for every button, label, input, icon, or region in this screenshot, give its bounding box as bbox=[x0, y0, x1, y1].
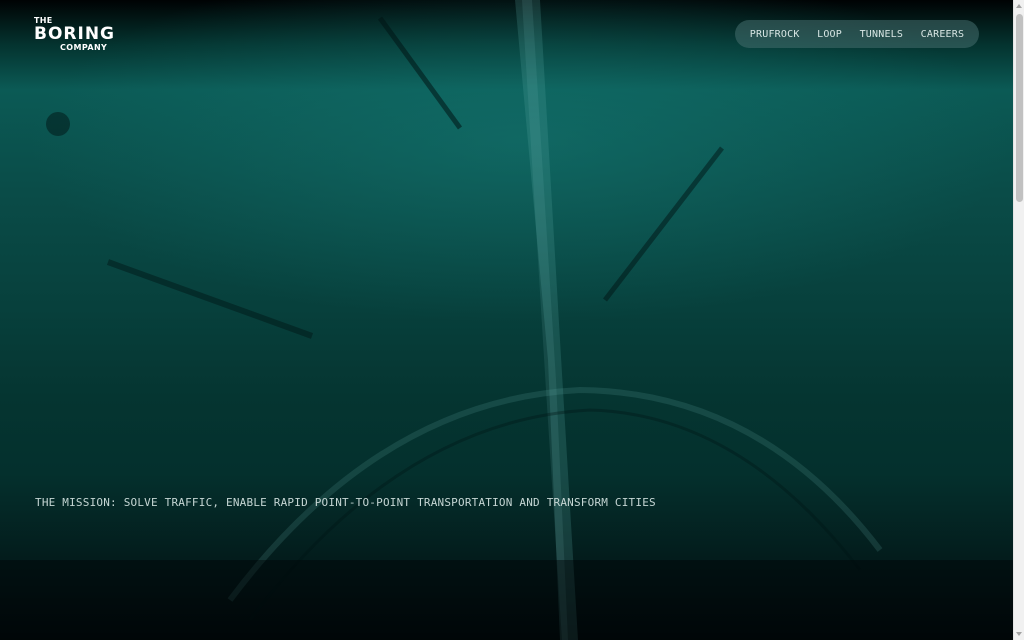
logo-line-company: COMPANY bbox=[60, 43, 108, 52]
scroll-down-arrow-icon[interactable] bbox=[1016, 632, 1022, 636]
page: THE BORING COMPANY PRUFROCK LOOP TUNNELS… bbox=[0, 0, 1024, 640]
page-scrollbar[interactable] bbox=[1013, 0, 1024, 640]
scroll-up-arrow-icon[interactable] bbox=[1016, 4, 1022, 8]
scrollbar-thumb[interactable] bbox=[1016, 14, 1023, 202]
nav-item-loop[interactable]: LOOP bbox=[817, 29, 842, 40]
boring-company-logo[interactable]: THE BORING COMPANY bbox=[34, 17, 115, 52]
main-nav: PRUFROCK LOOP TUNNELS CAREERS bbox=[735, 20, 979, 48]
tunnel-structure-graphic bbox=[0, 0, 1013, 640]
nav-item-tunnels[interactable]: TUNNELS bbox=[860, 29, 904, 40]
nav-item-careers[interactable]: CAREERS bbox=[921, 29, 965, 40]
nav-item-prufrock[interactable]: PRUFROCK bbox=[750, 29, 800, 40]
hero-background-video: THE BORING COMPANY PRUFROCK LOOP TUNNELS… bbox=[0, 0, 1013, 640]
logo-line-boring: BORING bbox=[34, 24, 116, 44]
mission-statement: THE MISSION: SOLVE TRAFFIC, ENABLE RAPID… bbox=[35, 496, 656, 509]
